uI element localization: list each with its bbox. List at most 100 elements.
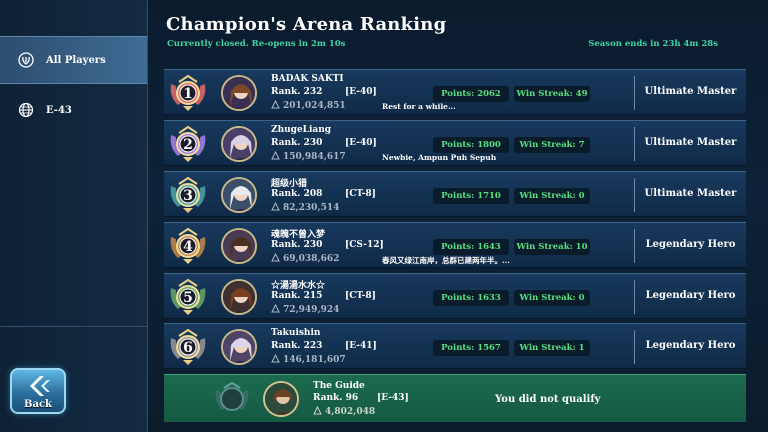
power-icon: [271, 150, 280, 163]
back-button[interactable]: Back: [10, 368, 66, 414]
season-countdown: Season ends in 23h 4m 28s: [588, 39, 718, 49]
sidebar: All Players E-43 Back: [0, 0, 148, 432]
power-icon: [271, 201, 280, 214]
player-tier: Legendary Hero: [645, 290, 736, 301]
win-streak-badge: Win Streak: 7: [514, 137, 590, 153]
self-rank-row[interactable]: The Guide Rank. 96 [E-43] 4,802,048 You …: [164, 374, 746, 422]
power-icon: [271, 99, 280, 112]
win-streak-badge: Win Streak: 0: [514, 188, 590, 204]
points-badge: Points: 1567: [433, 340, 509, 356]
player-power: 82,230,514: [271, 201, 340, 214]
avatar[interactable]: [221, 126, 257, 162]
laurel-icon: [18, 52, 34, 68]
sidebar-item-label: E-43: [46, 104, 72, 116]
points-badge: Points: 1643: [433, 239, 509, 255]
rank-medal-icon: 5: [168, 278, 208, 316]
ranking-row[interactable]: 1 BADAK SAKTI Rank. 232 [E-40] 201,024,8…: [164, 69, 746, 115]
player-rank: Rank. 232: [271, 87, 323, 97]
player-power-value: 72,949,924: [283, 305, 340, 315]
player-power: 201,024,851: [271, 99, 346, 112]
player-power: 150,984,617: [271, 150, 346, 163]
avatar[interactable]: [221, 329, 257, 365]
player-tier: Ultimate Master: [644, 137, 737, 148]
player-tier: Ultimate Master: [644, 86, 737, 97]
player-rank: Rank. 223: [271, 341, 323, 351]
player-power-value: 150,984,617: [283, 152, 346, 162]
player-tier: Legendary Hero: [645, 239, 736, 250]
player-name: ZhugeLiang: [271, 125, 332, 135]
avatar[interactable]: [221, 75, 257, 111]
sidebar-item-all-players[interactable]: All Players: [0, 36, 147, 84]
player-tier: Ultimate Master: [644, 188, 737, 199]
player-server: [CT-8]: [345, 291, 376, 301]
sidebar-item-label: All Players: [46, 54, 106, 66]
win-streak-badge: Win Streak: 10: [514, 239, 590, 255]
player-power-value: 69,038,662: [283, 254, 340, 264]
player-power-value: 146,181,607: [283, 355, 346, 365]
player-motto: Rest for a while...: [382, 102, 456, 111]
player-power: 69,038,662: [271, 252, 340, 265]
player-motto: 春风又绿江南岸，总群已建两年半。...: [382, 256, 510, 265]
win-streak-badge: Win Streak: 1: [514, 340, 590, 356]
qualification-status: You did not qualify: [495, 394, 601, 405]
medal-place: 5: [183, 290, 193, 306]
page-title: Champion's Arena Ranking: [166, 14, 447, 35]
medal-place: 1: [183, 86, 193, 102]
player-name: 超级小猎: [271, 179, 308, 189]
back-arrow-icon: [26, 374, 52, 402]
player-name: ☆湯湯水水☆: [271, 281, 326, 291]
player-server: [CS-12]: [345, 240, 384, 250]
points-badge: Points: 1800: [433, 137, 509, 153]
medal-place: 2: [183, 137, 193, 153]
player-power-value: 201,024,851: [283, 101, 346, 111]
player-name: BADAK SAKTI: [271, 74, 344, 84]
player-server: [E-43]: [377, 393, 409, 403]
power-icon: [271, 252, 280, 265]
sidebar-item-e43[interactable]: E-43: [0, 86, 147, 134]
player-motto: Newbie, Ampun Puh Sepuh: [382, 153, 497, 162]
win-streak-badge: Win Streak: 49: [514, 86, 590, 102]
player-rank: Rank. 208: [271, 189, 323, 199]
ranking-row[interactable]: 6 Takuishin Rank. 223 [E-41] 146,181,607…: [164, 323, 746, 369]
avatar[interactable]: [221, 177, 257, 213]
rank-medal-icon: 3: [168, 176, 208, 214]
player-rank: Rank. 96: [313, 393, 359, 403]
player-server: [E-40]: [345, 138, 377, 148]
ranking-row[interactable]: 2 ZhugeLiang Rank. 230 [E-40] 150,984,61…: [164, 120, 746, 166]
avatar[interactable]: [221, 279, 257, 315]
player-name: Takuishin: [271, 328, 321, 338]
player-rank: Rank. 215: [271, 291, 323, 301]
arena-status: Currently closed. Re-opens in 2m 10s: [167, 39, 346, 49]
globe-icon: [18, 102, 34, 118]
points-badge: Points: 2062: [433, 86, 509, 102]
points-badge: Points: 1710: [433, 188, 509, 204]
rank-medal-icon: 4: [168, 227, 208, 265]
player-power: 146,181,607: [271, 353, 346, 366]
player-tier: Legendary Hero: [645, 340, 736, 351]
player-server: [E-40]: [345, 87, 377, 97]
rank-medal-icon: 6: [168, 328, 208, 366]
player-name: The Guide: [313, 381, 365, 391]
player-power-value: 4,802,048: [325, 407, 376, 417]
player-power: 4,802,048: [313, 405, 376, 418]
power-icon: [271, 303, 280, 316]
ranking-row[interactable]: 3 超级小猎 Rank. 208 [CT-8] 82,230,514 Point…: [164, 171, 746, 217]
medal-icon: [212, 380, 252, 418]
rank-medal-icon: 1: [168, 74, 208, 112]
medal-place: 6: [183, 340, 193, 356]
sidebar-divider: [0, 326, 147, 327]
ranking-row[interactable]: 4 魂魄不曾入梦 Rank. 230 [CS-12] 69,038,662 春风…: [164, 222, 746, 268]
win-streak-badge: Win Streak: 0: [514, 290, 590, 306]
avatar[interactable]: [263, 381, 299, 417]
player-power-value: 82,230,514: [283, 203, 340, 213]
points-badge: Points: 1633: [433, 290, 509, 306]
player-server: [E-41]: [345, 341, 377, 351]
player-rank: Rank. 230: [271, 138, 323, 148]
power-icon: [271, 353, 280, 366]
player-power: 72,949,924: [271, 303, 340, 316]
ranking-row[interactable]: 5 ☆湯湯水水☆ Rank. 215 [CT-8] 72,949,924 Poi…: [164, 273, 746, 319]
avatar[interactable]: [221, 228, 257, 264]
rank-medal-icon: 2: [168, 125, 208, 163]
player-name: 魂魄不曾入梦: [271, 230, 326, 240]
power-icon: [313, 405, 322, 418]
